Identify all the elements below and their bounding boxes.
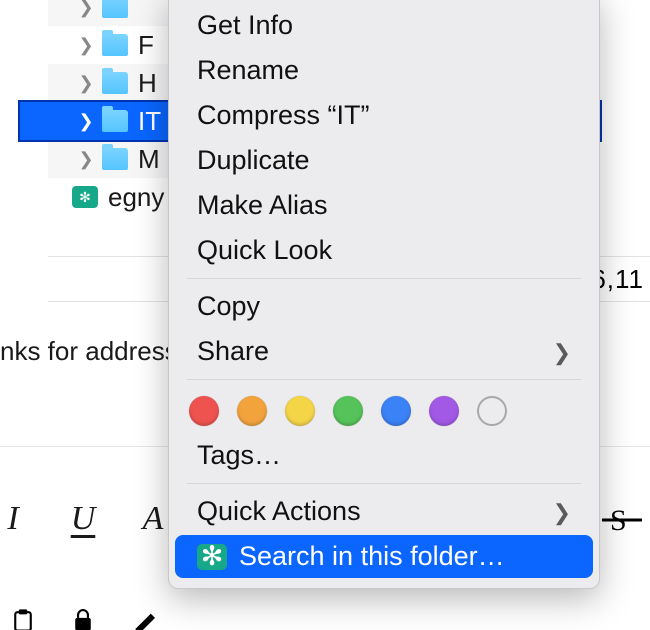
chevron-right-icon: ❯: [76, 111, 96, 132]
menu-separator: [187, 379, 581, 380]
menu-compress[interactable]: Compress “IT”: [175, 94, 593, 137]
tag-none[interactable]: [477, 396, 507, 426]
chevron-right-icon: ❯: [76, 0, 96, 18]
tag-color-row: [169, 386, 599, 432]
tag-yellow[interactable]: [285, 396, 315, 426]
tag-green[interactable]: [333, 396, 363, 426]
clipboard-icon[interactable]: [6, 608, 40, 630]
folder-name: M: [138, 144, 160, 175]
chevron-right-icon: ❯: [76, 35, 96, 56]
background-text: nks for address: [0, 336, 178, 367]
chevron-right-icon: ❯: [76, 73, 96, 94]
chevron-right-icon: [553, 336, 571, 367]
folder-icon: [102, 34, 128, 56]
font-color-button[interactable]: A: [136, 500, 170, 538]
toolbar-lower: [6, 608, 160, 630]
pen-icon[interactable]: [126, 608, 160, 630]
context-menu: Get Info Rename Compress “IT” Duplicate …: [168, 0, 600, 589]
menu-copy[interactable]: Copy: [175, 285, 593, 328]
menu-separator: [187, 278, 581, 279]
menu-search-in-folder[interactable]: ✻ Search in this folder…: [175, 535, 593, 578]
menu-quick-look[interactable]: Quick Look: [175, 229, 593, 272]
menu-duplicate[interactable]: Duplicate: [175, 139, 593, 182]
menu-rename[interactable]: Rename: [175, 49, 593, 92]
menu-tags[interactable]: Tags…: [175, 434, 593, 477]
folder-name: F: [138, 30, 154, 61]
folder-icon: [102, 110, 128, 132]
tag-blue[interactable]: [381, 396, 411, 426]
folder-icon: [102, 148, 128, 170]
strikethrough-button[interactable]: S: [602, 500, 642, 547]
egnyte-icon: ✻: [197, 544, 227, 570]
egnyte-drive-icon: [72, 186, 98, 208]
format-toolbar: I U A: [0, 500, 170, 538]
lock-icon[interactable]: [66, 608, 100, 630]
menu-make-alias[interactable]: Make Alias: [175, 184, 593, 227]
tag-red[interactable]: [189, 396, 219, 426]
folder-name: H: [138, 68, 157, 99]
folder-icon: [102, 0, 128, 18]
folder-name: IT: [138, 106, 161, 137]
menu-get-info[interactable]: Get Info: [175, 4, 593, 47]
chevron-right-icon: [553, 496, 571, 527]
menu-share[interactable]: Share: [175, 330, 593, 373]
drive-label: egny: [108, 182, 164, 213]
tag-purple[interactable]: [429, 396, 459, 426]
chevron-right-icon: ❯: [76, 149, 96, 170]
menu-quick-actions[interactable]: Quick Actions: [175, 490, 593, 533]
underline-button[interactable]: U: [66, 500, 100, 538]
italic-button[interactable]: I: [0, 500, 30, 538]
tag-orange[interactable]: [237, 396, 267, 426]
folder-icon: [102, 72, 128, 94]
menu-separator: [187, 483, 581, 484]
